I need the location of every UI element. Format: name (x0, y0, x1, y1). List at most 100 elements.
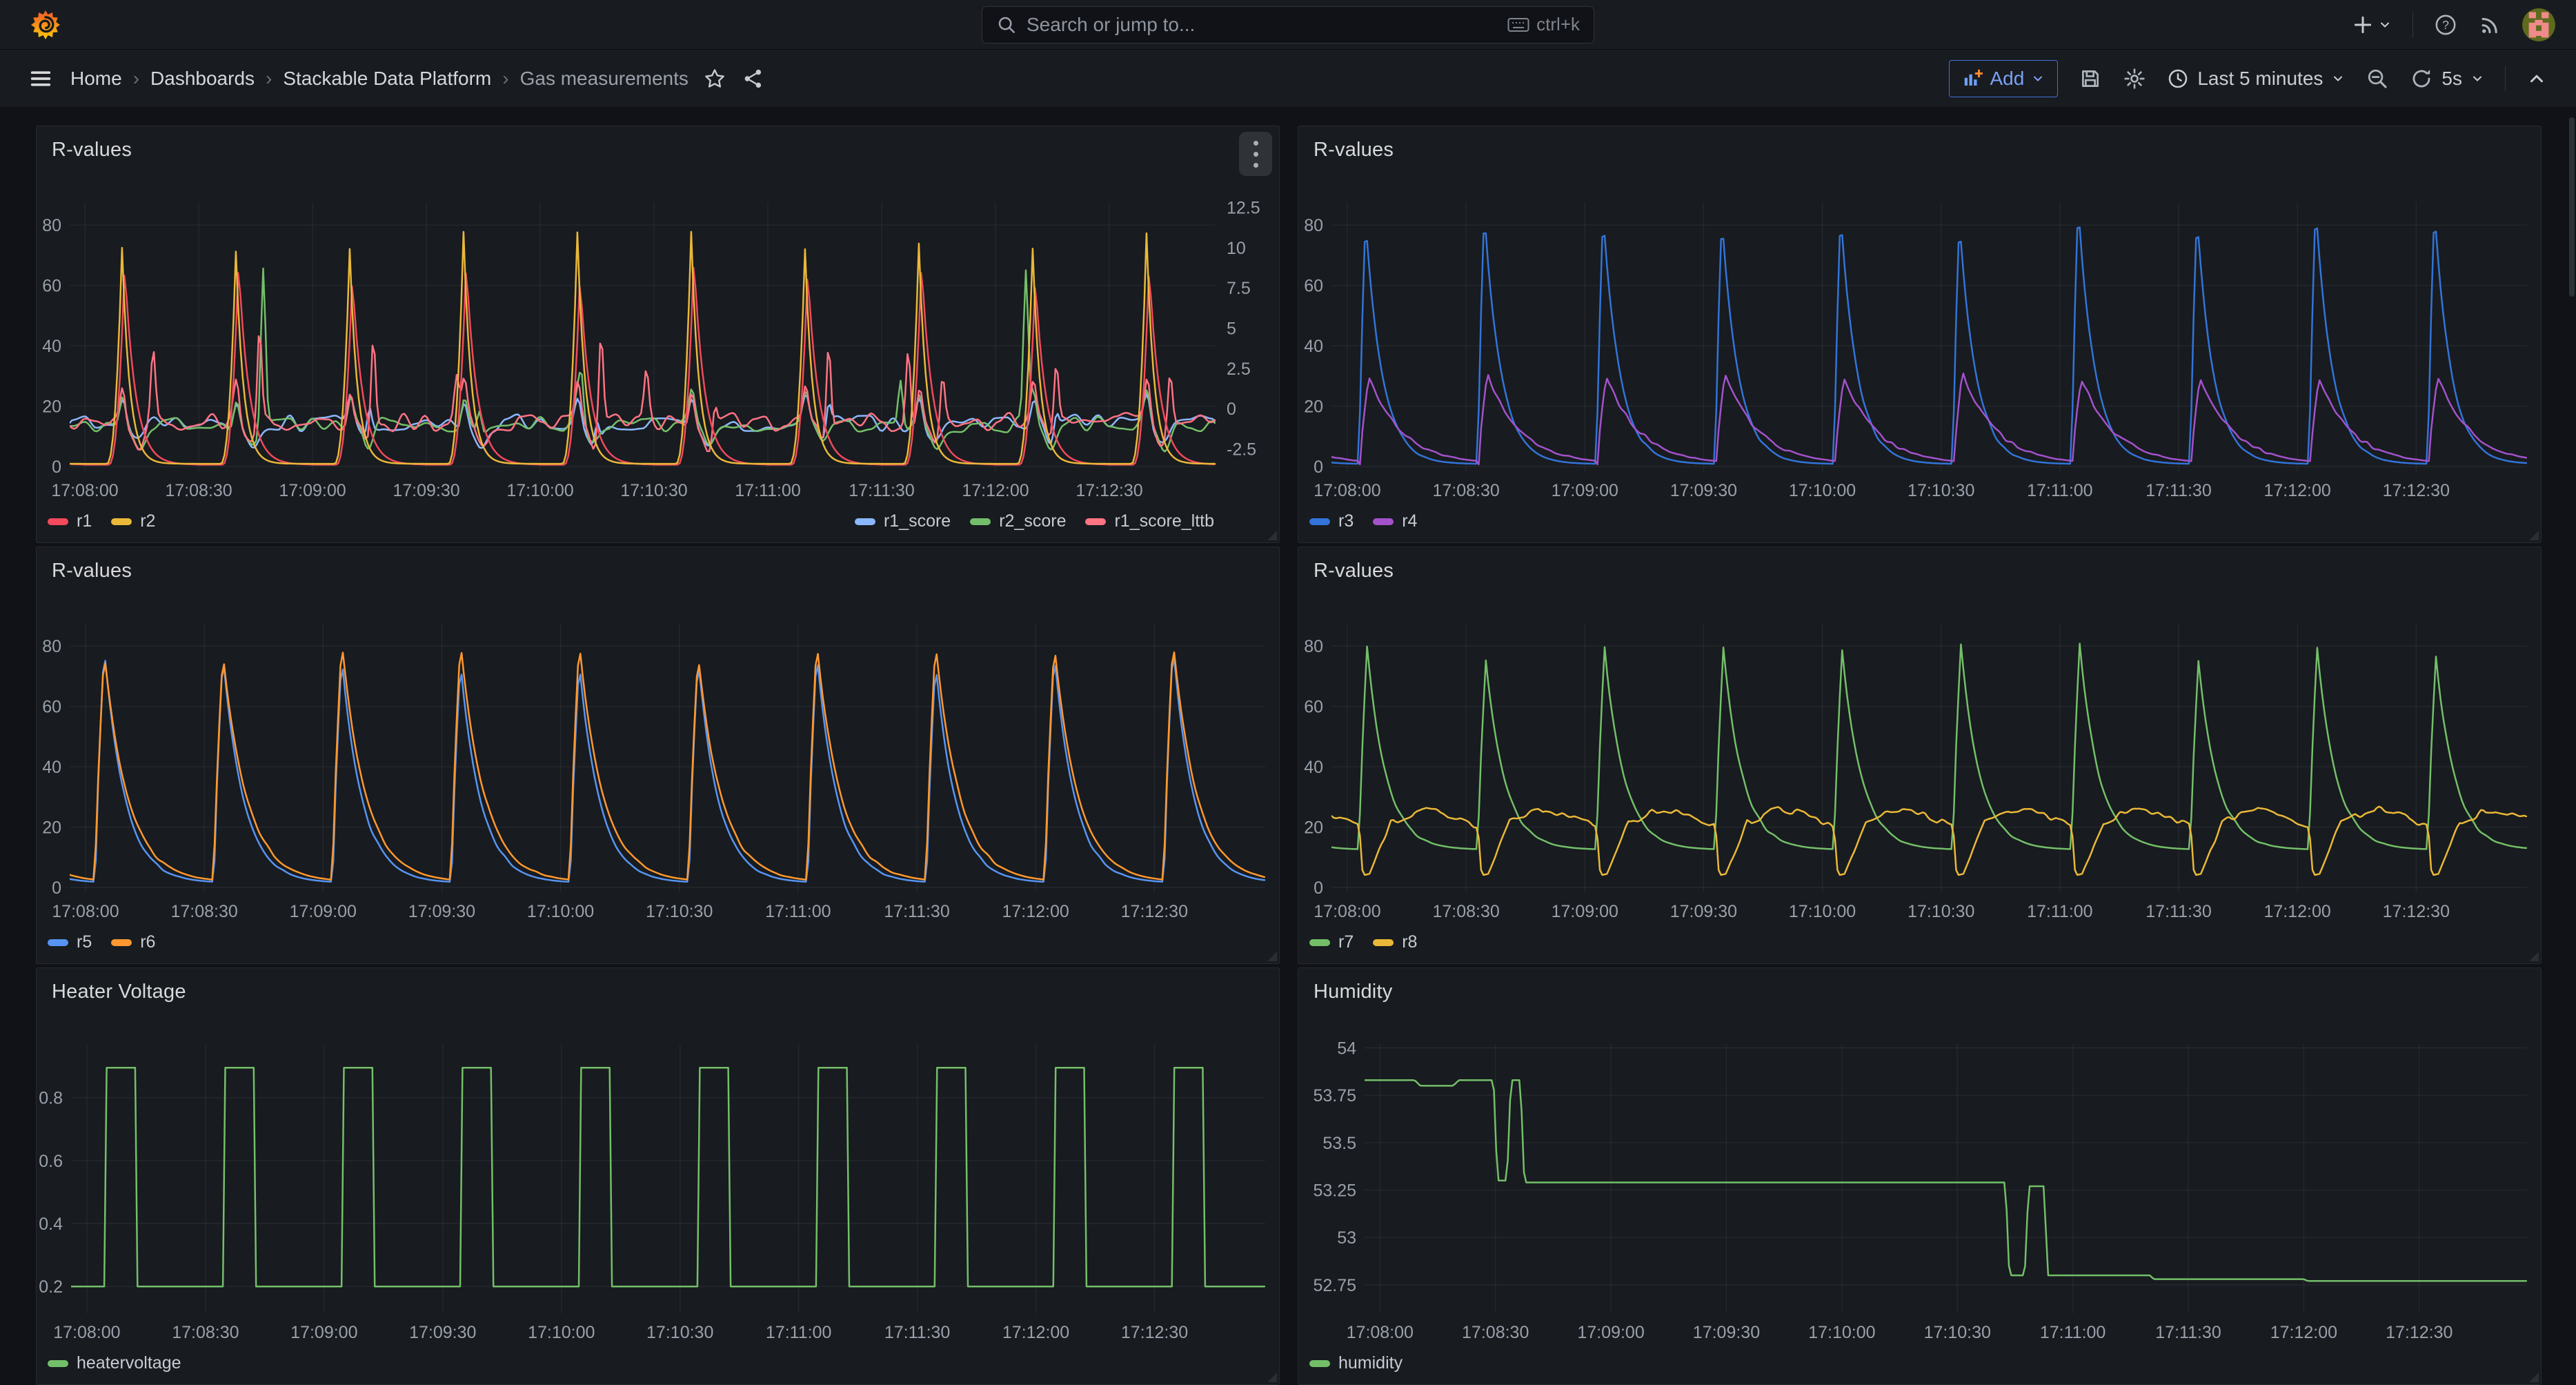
legend-item[interactable]: r2_score (970, 511, 1066, 531)
legend-label: r7 (1338, 932, 1354, 952)
time-series-chart[interactable]: 17:08:0017:08:3017:09:0017:09:3017:10:00… (1298, 175, 2541, 506)
x-axis-tick-label: 17:09:00 (290, 1323, 357, 1342)
legend-item[interactable]: r4 (1373, 511, 1417, 531)
kebab-dot (1254, 152, 1258, 157)
legend-item[interactable]: r6 (111, 932, 155, 952)
favorite-star-button[interactable] (704, 68, 726, 90)
legend-label: r4 (1402, 511, 1417, 531)
legend-item[interactable]: r1_score_lttb (1085, 511, 1214, 531)
zoom-out-button[interactable] (2366, 67, 2389, 90)
x-axis-tick-label: 17:09:30 (409, 1323, 476, 1342)
panel-resize-handle[interactable] (2529, 1373, 2539, 1382)
page-scrollbar[interactable] (2569, 110, 2575, 1353)
panel-legend: humidity (1298, 1348, 2541, 1373)
mega-menu-toggle[interactable] (29, 67, 52, 90)
x-axis-tick-label: 17:08:00 (51, 481, 118, 500)
dashboard-nav-bar: Home › Dashboards › Stackable Data Platf… (0, 50, 2576, 107)
chart-canvas[interactable]: 17:08:0017:08:3017:09:0017:09:3017:10:00… (37, 596, 1279, 927)
share-button[interactable] (742, 68, 764, 90)
x-axis-tick-label: 17:12:00 (2264, 902, 2331, 921)
legend-group-left: humidity (1309, 1353, 1403, 1373)
y-axis-tick-label: 40 (42, 758, 61, 777)
svg-text:?: ? (2442, 18, 2449, 32)
new-button[interactable] (2352, 14, 2392, 36)
x-axis-tick-label: 17:09:30 (1670, 902, 1737, 921)
dashboard-title-actions (704, 68, 764, 90)
legend-label: humidity (1338, 1353, 1403, 1373)
refresh-interval-label[interactable]: 5s (2441, 68, 2462, 90)
panel-resize-handle[interactable] (2529, 952, 2539, 961)
chart-canvas[interactable]: 17:08:0017:08:3017:09:0017:09:3017:10:00… (37, 175, 1279, 506)
panel-header[interactable]: R-values (1298, 126, 2541, 175)
dashboard-settings-button[interactable] (2123, 67, 2146, 90)
add-button-label: Add (1990, 68, 2024, 90)
right-y-axis-tick-label: 5 (1227, 320, 1236, 339)
x-axis-tick-label: 17:11:30 (2146, 902, 2211, 921)
legend-item[interactable]: r7 (1309, 932, 1354, 952)
help-button[interactable]: ? (2434, 13, 2457, 37)
x-axis-tick-label: 17:11:00 (765, 902, 831, 921)
panel-header[interactable]: Humidity (1298, 968, 2541, 1016)
panel-header[interactable]: R-values (1298, 547, 2541, 596)
user-avatar[interactable] (2522, 8, 2555, 41)
legend-swatch (1309, 939, 1330, 946)
breadcrumb-item-home[interactable]: Home (70, 68, 122, 90)
panel-resize-handle[interactable] (2529, 531, 2539, 540)
legend-item[interactable]: r1 (48, 511, 92, 531)
breadcrumb-item-folder[interactable]: Stackable Data Platform (283, 68, 491, 90)
chart-canvas[interactable]: 17:08:0017:08:3017:09:0017:09:3017:10:00… (37, 1016, 1279, 1348)
panel-header[interactable]: Heater Voltage (37, 968, 1279, 1016)
time-series-chart[interactable]: 17:08:0017:08:3017:09:0017:09:3017:10:00… (37, 1016, 1279, 1348)
x-axis-tick-label: 17:12:00 (2270, 1323, 2337, 1342)
y-axis-tick-label: 80 (1304, 216, 1323, 235)
x-axis-tick-label: 17:11:00 (2040, 1323, 2106, 1342)
legend-item[interactable]: r5 (48, 932, 92, 952)
y-axis-tick-label: 40 (1304, 337, 1323, 356)
panel-resize-handle[interactable] (1267, 1373, 1277, 1382)
x-axis-tick-label: 17:08:30 (165, 481, 232, 500)
panel-header[interactable]: R-values (37, 126, 1279, 175)
panel-resize-handle[interactable] (1267, 531, 1277, 540)
news-rss-button[interactable] (2478, 13, 2501, 37)
time-series-chart[interactable]: 17:08:0017:08:3017:09:0017:09:3017:10:00… (1298, 1016, 2541, 1348)
chevron-down-icon (2331, 72, 2345, 86)
series-r6 (70, 652, 1265, 879)
y-axis-tick-label: 20 (42, 397, 61, 417)
x-axis-tick-label: 17:10:00 (1808, 1323, 1875, 1342)
chart-canvas[interactable]: 17:08:0017:08:3017:09:0017:09:3017:10:00… (1298, 1016, 2541, 1348)
y-axis-tick-label: 0 (52, 458, 61, 477)
panel-menu-button[interactable] (1239, 132, 1272, 176)
legend-item[interactable]: r2 (111, 511, 155, 531)
time-range-picker[interactable]: Last 5 minutes (2167, 68, 2345, 90)
x-axis-tick-label: 17:12:00 (1002, 902, 1069, 921)
grafana-logo-icon[interactable] (29, 8, 62, 41)
time-series-chart[interactable]: 17:08:0017:08:3017:09:0017:09:3017:10:00… (1298, 596, 2541, 927)
scrollbar-thumb[interactable] (2569, 117, 2575, 297)
search-input[interactable]: Search or jump to... ctrl+k (982, 6, 1594, 43)
collapse-controls-button[interactable] (2526, 68, 2547, 89)
x-axis-tick-label: 17:12:30 (1121, 902, 1188, 921)
panel-resize-handle[interactable] (1267, 952, 1277, 961)
x-axis-tick-label: 17:11:00 (2027, 902, 2092, 921)
legend-item[interactable]: heatervoltage (48, 1353, 181, 1373)
time-series-chart[interactable]: 17:08:0017:08:3017:09:0017:09:3017:10:00… (37, 175, 1279, 506)
x-axis-tick-label: 17:11:30 (884, 1323, 950, 1342)
legend-label: r1_score_lttb (1114, 511, 1214, 531)
time-series-chart[interactable]: 17:08:0017:08:3017:09:0017:09:3017:10:00… (37, 596, 1279, 927)
chart-canvas[interactable]: 17:08:0017:08:3017:09:0017:09:3017:10:00… (1298, 175, 2541, 506)
refresh-button[interactable] (2410, 67, 2433, 90)
breadcrumb-item-dashboards[interactable]: Dashboards (150, 68, 255, 90)
x-axis-tick-label: 17:09:00 (279, 481, 346, 500)
legend-item[interactable]: r8 (1373, 932, 1417, 952)
chevron-down-icon[interactable] (2470, 72, 2484, 86)
legend-label: r1 (77, 511, 92, 531)
add-panel-button[interactable]: Add (1949, 60, 2058, 97)
panel-header[interactable]: R-values (37, 547, 1279, 596)
legend-swatch (111, 939, 132, 946)
legend-item[interactable]: r3 (1309, 511, 1354, 531)
legend-group-right: r1_score r2_score r1_score_lttb (855, 511, 1214, 531)
chart-canvas[interactable]: 17:08:0017:08:3017:09:0017:09:3017:10:00… (1298, 596, 2541, 927)
legend-item[interactable]: humidity (1309, 1353, 1403, 1373)
save-dashboard-button[interactable] (2079, 67, 2102, 90)
legend-item[interactable]: r1_score (855, 511, 951, 531)
